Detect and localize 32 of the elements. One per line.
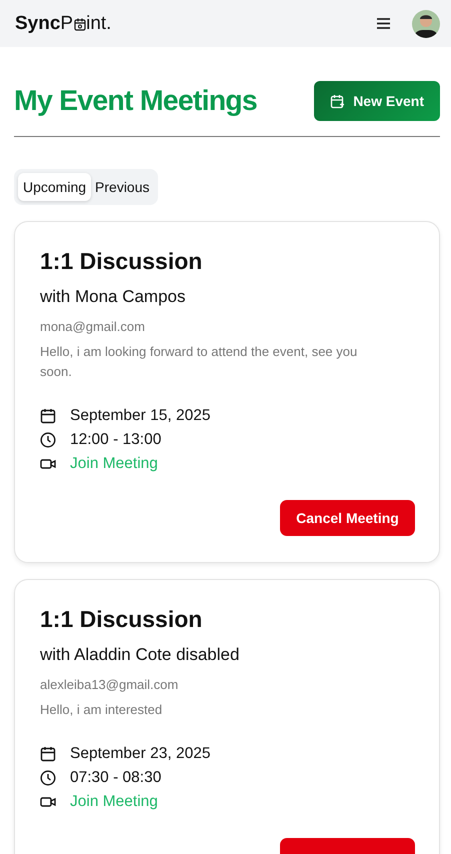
page-title: My Event Meetings	[14, 84, 257, 118]
meeting-date: September 23, 2025	[70, 745, 210, 763]
meeting-message: Hello, i am looking forward to attend the event, see you soon.	[40, 343, 358, 381]
meeting-date: September 15, 2025	[70, 407, 210, 425]
calendar-icon	[40, 408, 56, 424]
video-camera-icon	[40, 796, 56, 808]
meeting-time: 07:30 - 08:30	[70, 769, 162, 787]
calendar-icon	[40, 746, 56, 762]
video-camera-icon	[40, 458, 56, 470]
calendar-icon	[74, 16, 86, 30]
new-event-button[interactable]: New Event	[314, 81, 440, 121]
attendee-name: with Aladdin Cote disabled	[40, 645, 240, 665]
attendee-name: with Mona Campos	[40, 287, 187, 307]
logo-text: int.	[86, 12, 112, 34]
tab[interactable]: Previous	[91, 173, 154, 201]
meeting-time: 12:00 - 13:00	[70, 431, 162, 449]
join-meeting-link[interactable]: Join Meeting	[70, 793, 158, 811]
meeting-message: Hello, i am interested	[40, 701, 164, 719]
logo-text: P	[60, 12, 74, 34]
tab[interactable]: Upcoming	[18, 173, 92, 201]
logo-text: Sync	[15, 12, 60, 34]
menu-icon[interactable]	[377, 18, 390, 29]
avatar-icon[interactable]	[412, 10, 440, 38]
attendee-email: mona@gmail.com	[40, 319, 146, 334]
clock-icon	[40, 432, 56, 448]
join-meeting-link[interactable]: Join Meeting	[70, 455, 158, 473]
clock-icon	[40, 770, 56, 786]
meeting-title: 1:1 Discussion	[40, 248, 204, 275]
attendee-email: alexleiba13@gmail.com	[40, 677, 180, 692]
cancel-meeting-button[interactable]: Cancel Meeting	[280, 500, 415, 536]
calendar-plus-icon	[330, 94, 346, 108]
meeting-title: 1:1 Discussion	[40, 606, 204, 633]
